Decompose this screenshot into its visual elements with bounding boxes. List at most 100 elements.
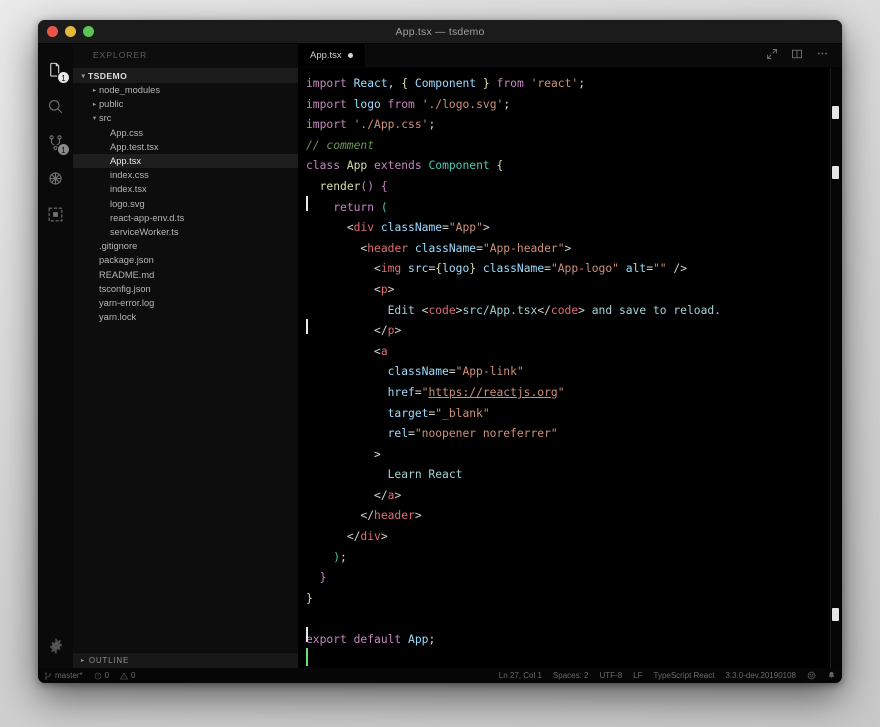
source-control-badge: 1 — [57, 143, 70, 156]
split-editor-right-icon[interactable] — [766, 47, 778, 65]
sidebar: EXPLORER ▾ TSDEMO ▸ node_modules ▸ public ▾ s… — [73, 44, 298, 668]
code-line: ); — [333, 550, 347, 564]
title-bar: App.tsx — tsdemo — [38, 20, 842, 44]
code-line: <header className="App-header"> — [360, 241, 572, 255]
code-line: render() { — [319, 179, 388, 193]
smiley-icon[interactable] — [807, 671, 816, 680]
file-tree[interactable]: ▾ TSDEMO ▸ node_modules ▸ public ▾ src App.css… — [73, 66, 298, 652]
more-actions-icon[interactable] — [816, 47, 829, 65]
chevron-down-icon: ▾ — [92, 115, 97, 123]
tree-item-label: App.tsx — [110, 156, 142, 167]
tree-item-serviceworker-ts[interactable]: serviceWorker.ts — [73, 225, 298, 239]
tree-item-app-css[interactable]: App.css — [73, 126, 298, 140]
code-line: } — [306, 591, 313, 605]
debug-icon — [46, 169, 65, 188]
status-eol[interactable]: LF — [633, 671, 642, 680]
source-code[interactable]: import React, { Component } from 'react'… — [298, 68, 842, 651]
sidebar-title: EXPLORER — [93, 50, 148, 60]
tree-item-app-test-tsx[interactable]: App.test.tsx — [73, 140, 298, 154]
activity-item-explorer[interactable]: 1 — [38, 52, 73, 88]
chevron-right-icon: ▸ — [81, 658, 85, 664]
activity-item-debug[interactable] — [38, 160, 73, 196]
tree-item-label: tsconfig.json — [99, 283, 151, 294]
close-window-button[interactable] — [47, 26, 58, 37]
tree-item-node-modules[interactable]: ▸ node_modules — [73, 83, 298, 97]
tree-item-label: README.md — [99, 269, 155, 280]
status-ts-version[interactable]: 3.3.0-dev.20190108 — [725, 671, 796, 680]
search-icon — [46, 97, 65, 116]
code-line: <img src={logo} className="App-logo" alt… — [374, 262, 688, 276]
bell-icon[interactable] — [827, 671, 836, 680]
activity-item-search[interactable] — [38, 88, 73, 124]
status-errors[interactable]: 0 — [94, 671, 109, 680]
code-line: > — [374, 447, 381, 461]
status-indentation[interactable]: Spaces: 2 — [553, 671, 589, 680]
tab-app-tsx[interactable]: App.tsx — [298, 44, 366, 67]
tree-item-label: public — [99, 99, 124, 110]
minimize-window-button[interactable] — [65, 26, 76, 37]
tree-item-index-css[interactable]: index.css — [73, 168, 298, 182]
text-cursor-primary — [306, 648, 308, 666]
status-warnings[interactable]: 0 — [120, 671, 135, 680]
tree-item-app-tsx[interactable]: App.tsx — [73, 153, 298, 169]
status-encoding[interactable]: UTF-8 — [599, 671, 622, 680]
status-git-branch[interactable]: master* — [44, 671, 83, 680]
warnings-count: 0 — [131, 671, 136, 680]
code-line: // comment — [306, 138, 375, 152]
status-cursor-position[interactable]: Ln 27, Col 1 — [499, 671, 542, 680]
outline-section-header[interactable]: ▸ OUTLINE — [73, 652, 298, 668]
ruler-decoration — [832, 608, 839, 621]
git-branch-label: master* — [55, 671, 83, 680]
tree-item-label: node_modules — [99, 85, 160, 96]
overview-ruler[interactable] — [828, 68, 842, 668]
tree-item-package-json[interactable]: package.json — [73, 253, 298, 267]
tree-item-src[interactable]: ▾ src — [73, 111, 298, 125]
status-language-mode[interactable]: TypeScript React — [654, 671, 715, 680]
code-line: <p> — [374, 282, 395, 296]
activity-item-source-control[interactable]: 1 — [38, 124, 73, 160]
tree-item-index-tsx[interactable]: index.tsx — [73, 182, 298, 196]
errors-count: 0 — [104, 671, 110, 680]
tab-label: App.tsx — [310, 50, 342, 61]
code-line: return ( — [333, 200, 388, 214]
chevron-right-icon: ▸ — [92, 87, 97, 95]
gear-icon — [47, 637, 65, 655]
tree-item-yarn-error-log[interactable]: yarn-error.log — [73, 296, 298, 310]
code-line: Edit <code>src/App.tsx</code> and save t… — [387, 303, 721, 317]
traffic-lights — [38, 26, 94, 37]
code-line: <a — [374, 344, 388, 358]
ruler-decoration — [832, 106, 839, 119]
tree-item-gitignore[interactable]: .gitignore — [73, 239, 298, 253]
tree-item-public[interactable]: ▸ public — [73, 97, 298, 111]
status-bar-right: Ln 27, Col 1 Spaces: 2 UTF-8 LF TypeScri… — [499, 671, 836, 680]
tree-root-tsdemo[interactable]: ▾ TSDEMO — [73, 68, 298, 83]
error-icon — [94, 672, 102, 680]
tree-item-react-app-env-d-ts[interactable]: react-app-env.d.ts — [73, 211, 298, 225]
code-line: } — [319, 571, 327, 585]
text-cursor-secondary — [306, 196, 308, 211]
code-line: Learn React — [387, 468, 463, 482]
editor-tab-bar: App.tsx — [298, 44, 842, 68]
ruler-decoration — [832, 166, 839, 179]
code-editor[interactable]: import React, { Component } from 'react'… — [298, 68, 842, 668]
tree-item-logo-svg[interactable]: logo.svg — [73, 197, 298, 211]
tree-item-label: serviceWorker.ts — [110, 226, 179, 237]
extensions-icon — [46, 205, 65, 224]
branch-icon — [44, 671, 52, 680]
activity-item-extensions[interactable] — [38, 196, 73, 232]
status-bar: master* 0 0 Ln 27, Col 1 Spaces: 2 UTF-8… — [38, 668, 842, 683]
open-changes-icon[interactable] — [791, 47, 803, 65]
tree-item-tsconfig-json[interactable]: tsconfig.json — [73, 282, 298, 296]
zoom-window-button[interactable] — [83, 26, 94, 37]
activity-item-manage[interactable] — [38, 632, 73, 668]
warning-icon — [120, 671, 129, 680]
code-line: </header> — [360, 509, 422, 523]
scrollbar-track[interactable] — [829, 68, 831, 668]
chevron-down-icon: ▾ — [81, 72, 86, 80]
tree-item-label: react-app-env.d.ts — [110, 212, 185, 223]
code-line: import './App.css'; — [306, 118, 436, 132]
tree-item-yarn-lock[interactable]: yarn.lock — [73, 310, 298, 324]
tree-item-label: App.css — [110, 127, 144, 138]
tree-item-readme-md[interactable]: README.md — [73, 267, 298, 281]
